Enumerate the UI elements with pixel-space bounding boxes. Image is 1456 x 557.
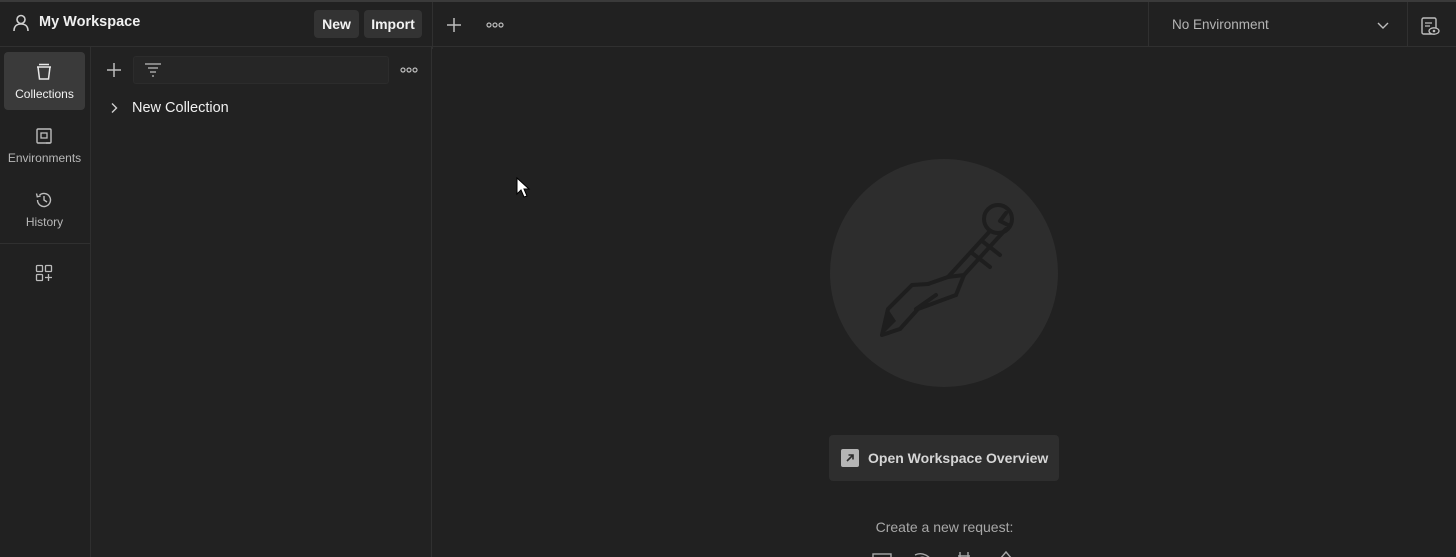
divider [0, 243, 91, 244]
sidebar-item-label: Collections [15, 87, 74, 101]
sidebar: Collections Environments History [0, 47, 91, 557]
divider [1407, 2, 1408, 49]
filter-icon[interactable] [144, 62, 162, 78]
environment-selector[interactable]: No Environment [1172, 17, 1269, 32]
sidebar-item-label: Environments [7, 151, 82, 165]
collections-panel: New Collection [91, 47, 432, 557]
graphql-request-icon[interactable] [995, 550, 1017, 557]
environments-icon [36, 128, 52, 144]
more-options-icon[interactable] [400, 63, 418, 77]
import-button[interactable]: Import [364, 10, 422, 38]
mouse-cursor-icon [516, 177, 531, 198]
http-request-icon[interactable] [872, 550, 894, 557]
workspace-title[interactable]: My Workspace [39, 14, 140, 30]
user-icon [13, 14, 29, 32]
new-button[interactable]: New [314, 10, 359, 38]
postman-rocket-icon [880, 203, 1014, 337]
websocket-request-icon[interactable] [913, 550, 935, 557]
new-tab-plus-icon[interactable] [444, 15, 464, 35]
history-icon [35, 192, 52, 208]
overview-label: Open Workspace Overview [868, 450, 1049, 466]
sidebar-item-environments[interactable]: Environments [4, 116, 85, 174]
open-workspace-overview-button[interactable]: Open Workspace Overview [829, 435, 1059, 481]
create-request-label: Create a new request: [875, 519, 1014, 535]
collection-name: New Collection [132, 100, 229, 116]
environment-quick-look-icon[interactable] [1419, 15, 1441, 37]
divider [432, 2, 433, 49]
search-collections-input[interactable] [133, 56, 389, 84]
chevron-down-icon[interactable] [1376, 19, 1390, 31]
external-link-icon [841, 449, 859, 467]
sidebar-item-collections[interactable]: Collections [4, 52, 85, 110]
chevron-right-icon[interactable] [109, 102, 119, 114]
collections-icon [37, 63, 51, 80]
collection-item[interactable]: New Collection [105, 97, 425, 119]
sidebar-item-label: History [25, 215, 64, 229]
sidebar-item-history[interactable]: History [4, 180, 85, 238]
create-collection-plus-icon[interactable] [104, 60, 124, 80]
divider [1148, 2, 1149, 49]
more-options-icon[interactable] [486, 18, 504, 32]
configure-workbench-icon[interactable] [34, 263, 54, 283]
main-content: Open Workspace Overview Create a new req… [433, 47, 1456, 557]
top-bar: My Workspace New Import No Environment [0, 0, 1456, 49]
postman-logo [830, 159, 1058, 387]
grpc-request-icon[interactable] [954, 550, 976, 557]
